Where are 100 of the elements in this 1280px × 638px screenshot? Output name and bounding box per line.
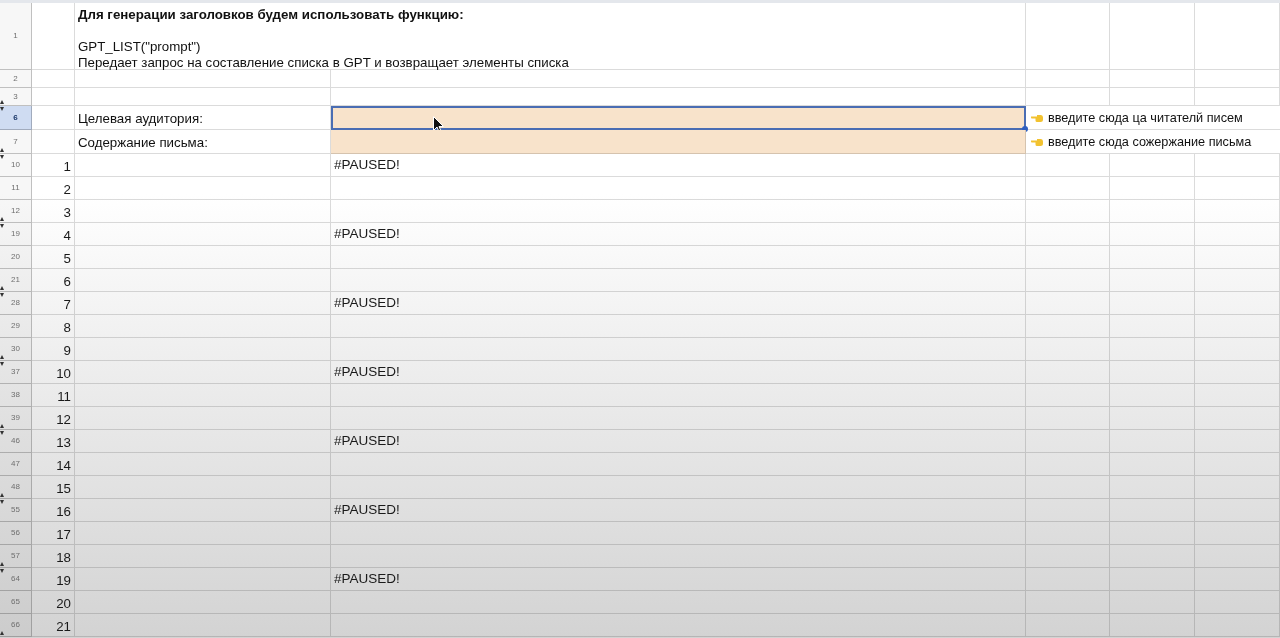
grid-cell[interactable] bbox=[1026, 70, 1110, 88]
grid-cell[interactable] bbox=[1026, 407, 1110, 430]
grid-cell[interactable] bbox=[32, 130, 75, 154]
triangle-icon[interactable] bbox=[0, 362, 4, 366]
grid-cell[interactable] bbox=[1026, 338, 1110, 361]
grid-cell[interactable] bbox=[75, 614, 331, 637]
grid-cell[interactable] bbox=[1026, 269, 1110, 292]
row-header[interactable]: 29 bbox=[0, 315, 32, 338]
grid-cell[interactable] bbox=[331, 522, 1026, 545]
grid-cell[interactable] bbox=[1110, 430, 1195, 453]
grid-cell[interactable] bbox=[331, 269, 1026, 292]
grid-cell[interactable] bbox=[1026, 476, 1110, 499]
row-header[interactable]: 12 bbox=[0, 200, 32, 223]
grid-cell[interactable] bbox=[1026, 568, 1110, 591]
row-header[interactable]: 21 bbox=[0, 269, 32, 292]
grid-cell[interactable] bbox=[75, 384, 331, 407]
grid-cell[interactable] bbox=[1110, 3, 1195, 70]
row-header[interactable]: 19 bbox=[0, 223, 32, 246]
grid-cell[interactable] bbox=[75, 269, 331, 292]
grid-cell[interactable] bbox=[1110, 614, 1195, 637]
row-header[interactable]: 57 bbox=[0, 545, 32, 568]
grid-cell[interactable] bbox=[331, 545, 1026, 568]
triangle-icon[interactable] bbox=[0, 148, 4, 152]
grid-cell[interactable] bbox=[1195, 70, 1280, 88]
grid-cell[interactable] bbox=[75, 338, 331, 361]
triangle-icon[interactable] bbox=[0, 631, 4, 635]
grid-cell[interactable] bbox=[1110, 568, 1195, 591]
grid-cell[interactable] bbox=[1026, 591, 1110, 614]
row-header[interactable]: 10 bbox=[0, 154, 32, 177]
grid-cell[interactable] bbox=[75, 154, 331, 177]
grid-cell[interactable] bbox=[1110, 246, 1195, 269]
grid-cell[interactable] bbox=[1026, 430, 1110, 453]
grid-cell[interactable] bbox=[1110, 269, 1195, 292]
grid-cell[interactable] bbox=[75, 361, 331, 384]
row-header[interactable]: 65 bbox=[0, 591, 32, 614]
grid-cell[interactable] bbox=[75, 246, 331, 269]
grid-cell[interactable] bbox=[1110, 88, 1195, 106]
triangle-icon[interactable] bbox=[0, 431, 4, 435]
grid-cell[interactable] bbox=[75, 453, 331, 476]
grid-cell[interactable] bbox=[1026, 154, 1110, 177]
grid-cell[interactable] bbox=[75, 407, 331, 430]
grid-cell[interactable] bbox=[331, 614, 1026, 637]
grid-cell[interactable] bbox=[1110, 407, 1195, 430]
row-header[interactable]: 56 bbox=[0, 522, 32, 545]
grid-cell[interactable] bbox=[1026, 292, 1110, 315]
triangle-icon[interactable] bbox=[0, 424, 4, 428]
row-header[interactable]: 6 bbox=[0, 106, 32, 130]
grid-cell[interactable] bbox=[1195, 361, 1280, 384]
grid-cell[interactable] bbox=[1195, 223, 1280, 246]
grid-cell[interactable] bbox=[1110, 545, 1195, 568]
grid-cell[interactable] bbox=[1110, 499, 1195, 522]
grid-cell[interactable] bbox=[75, 88, 331, 106]
grid-cell[interactable] bbox=[1026, 361, 1110, 384]
grid-cell[interactable] bbox=[1195, 154, 1280, 177]
grid-cell[interactable] bbox=[1195, 476, 1280, 499]
grid-cell[interactable] bbox=[1110, 292, 1195, 315]
grid-cell[interactable] bbox=[331, 338, 1026, 361]
triangle-icon[interactable] bbox=[0, 286, 4, 290]
grid-cell[interactable] bbox=[1026, 614, 1110, 637]
grid-cell[interactable] bbox=[1110, 361, 1195, 384]
grid-cell[interactable] bbox=[32, 88, 75, 106]
grid-cell[interactable] bbox=[1195, 315, 1280, 338]
grid-cell[interactable] bbox=[1026, 200, 1110, 223]
grid-cell[interactable] bbox=[1195, 3, 1280, 70]
grid-cell[interactable] bbox=[1195, 453, 1280, 476]
triangle-icon[interactable] bbox=[0, 493, 4, 497]
grid-cell[interactable] bbox=[1026, 315, 1110, 338]
grid-cell[interactable] bbox=[1110, 384, 1195, 407]
grid-cell[interactable] bbox=[331, 315, 1026, 338]
grid-cell[interactable] bbox=[1195, 384, 1280, 407]
row-header[interactable]: 38 bbox=[0, 384, 32, 407]
row-header[interactable]: 66 bbox=[0, 614, 32, 637]
triangle-icon[interactable] bbox=[0, 355, 4, 359]
grid-cell[interactable] bbox=[1110, 522, 1195, 545]
row-header[interactable]: 7 bbox=[0, 130, 32, 154]
grid-cell[interactable] bbox=[1026, 522, 1110, 545]
grid-cell[interactable] bbox=[331, 476, 1026, 499]
grid-cell[interactable] bbox=[1195, 591, 1280, 614]
grid-cell[interactable] bbox=[1195, 338, 1280, 361]
grid-cell[interactable] bbox=[75, 568, 331, 591]
row-header[interactable]: 11 bbox=[0, 177, 32, 200]
grid-cell[interactable] bbox=[1110, 70, 1195, 88]
grid-cell[interactable] bbox=[331, 453, 1026, 476]
row-header[interactable]: 55 bbox=[0, 499, 32, 522]
row-header[interactable]: 64 bbox=[0, 568, 32, 591]
grid-cell[interactable] bbox=[1026, 3, 1110, 70]
grid-cell[interactable] bbox=[1195, 246, 1280, 269]
grid-cell[interactable] bbox=[1026, 223, 1110, 246]
grid-cell[interactable] bbox=[331, 177, 1026, 200]
grid-cell[interactable] bbox=[1195, 430, 1280, 453]
grid-cell[interactable] bbox=[1110, 154, 1195, 177]
grid-cell[interactable] bbox=[1110, 338, 1195, 361]
grid-cell[interactable] bbox=[1195, 522, 1280, 545]
grid-cell[interactable] bbox=[75, 499, 331, 522]
grid-cell[interactable] bbox=[75, 591, 331, 614]
grid-cell[interactable] bbox=[1026, 177, 1110, 200]
grid-cell[interactable] bbox=[32, 3, 75, 70]
grid-cell[interactable] bbox=[1195, 545, 1280, 568]
row-header[interactable]: 30 bbox=[0, 338, 32, 361]
grid-cell[interactable] bbox=[1110, 591, 1195, 614]
